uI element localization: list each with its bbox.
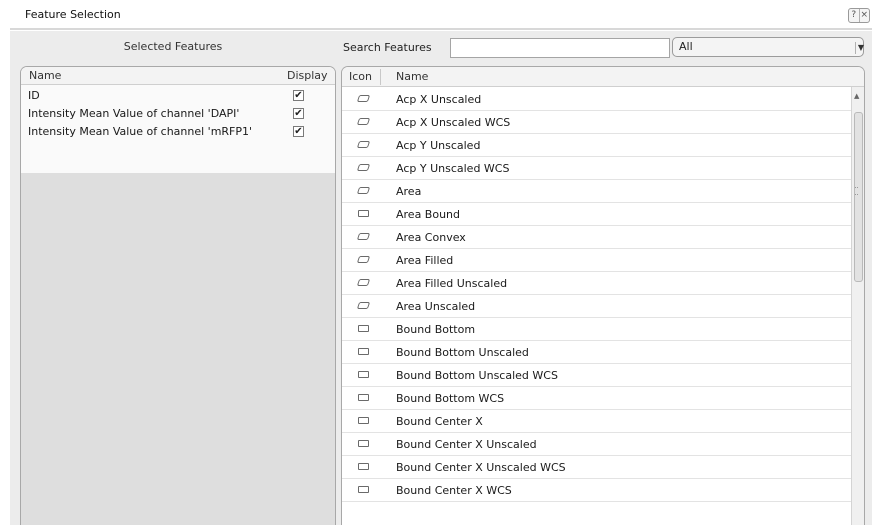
feature-row[interactable]: Bound Bottom Unscaled — [342, 341, 851, 364]
help-icon[interactable]: ? — [849, 9, 859, 22]
feature-name: Area Bound — [396, 208, 461, 221]
rectangle-icon — [358, 463, 369, 470]
feature-row[interactable]: Bound Center X — [342, 410, 851, 433]
scrollbar-grip — [855, 187, 858, 195]
feature-row[interactable]: Bound Center X Unscaled — [342, 433, 851, 456]
selected-features-header: Selected Features — [123, 40, 223, 53]
feature-row[interactable]: Bound Center X WCS — [342, 479, 851, 502]
parallelogram-icon — [356, 233, 371, 240]
parallelogram-icon — [356, 302, 371, 309]
feature-row[interactable]: Acp X Unscaled WCS — [342, 111, 851, 134]
display-checkbox[interactable]: ✔ — [293, 126, 304, 137]
feature-filter-dropdown[interactable]: All ▼ — [672, 37, 864, 57]
rectangle-icon — [358, 417, 369, 424]
parallelogram-icon — [356, 118, 371, 125]
parallelogram-icon — [356, 256, 371, 263]
feature-name: Acp X Unscaled — [396, 93, 482, 106]
feature-row[interactable]: Area Bound — [342, 203, 851, 226]
close-icon[interactable]: × — [858, 9, 870, 22]
selected-features-column-header: Name Display — [21, 67, 335, 85]
column-icon-header[interactable]: Icon — [349, 70, 372, 83]
window-buttons: ? × — [848, 8, 870, 23]
rectangle-icon — [358, 394, 369, 401]
feature-row[interactable]: Bound Center X Unscaled WCS — [342, 456, 851, 479]
feature-name: Bound Bottom Unscaled — [396, 346, 529, 359]
feature-name: Bound Center X Unscaled — [396, 438, 537, 451]
rectangle-icon — [358, 325, 369, 332]
feature-row[interactable]: Bound Bottom — [342, 318, 851, 341]
selected-feature-row[interactable]: ID ✔ — [21, 87, 335, 105]
chevron-down-icon[interactable]: ▼ — [855, 42, 866, 54]
column-display-header[interactable]: Display — [287, 69, 328, 82]
feature-row[interactable]: Area Filled Unscaled — [342, 272, 851, 295]
feature-name: Area Unscaled — [396, 300, 476, 313]
feature-name: Bound Center X Unscaled WCS — [396, 461, 566, 474]
feature-row[interactable]: Area Unscaled — [342, 295, 851, 318]
filter-selected-value: All — [679, 40, 693, 53]
search-features-input[interactable] — [450, 38, 670, 58]
feature-name: Acp Y Unscaled WCS — [396, 162, 510, 175]
parallelogram-icon — [356, 187, 371, 194]
rectangle-icon — [358, 210, 369, 217]
title-bar: Feature Selection ? × — [0, 0, 872, 31]
feature-row[interactable]: Acp X Unscaled — [342, 88, 851, 111]
scroll-up-icon[interactable]: ▲ — [854, 92, 859, 100]
display-checkbox[interactable]: ✔ — [293, 108, 304, 119]
selected-feature-row[interactable]: Intensity Mean Value of channel 'mRFP1' ✔ — [21, 123, 335, 141]
feature-name: Area Filled — [396, 254, 454, 267]
feature-name: Area — [396, 185, 422, 198]
search-features-label: Search Features — [343, 41, 432, 54]
feature-row[interactable]: Acp Y Unscaled — [342, 134, 851, 157]
feature-name: Acp Y Unscaled — [396, 139, 481, 152]
feature-name: Area Convex — [396, 231, 466, 244]
feature-name: Acp X Unscaled WCS — [396, 116, 511, 129]
feature-row[interactable]: Area Filled — [342, 249, 851, 272]
rectangle-icon — [358, 348, 369, 355]
features-column-header: Icon Name — [342, 67, 864, 87]
selected-feature-name: ID — [28, 89, 40, 102]
feature-row[interactable]: Area Convex — [342, 226, 851, 249]
rectangle-icon — [358, 440, 369, 447]
vertical-scrollbar[interactable]: ▲ — [851, 87, 864, 525]
rectangle-icon — [358, 486, 369, 493]
scrollbar-thumb[interactable] — [854, 112, 863, 282]
selected-feature-name: Intensity Mean Value of channel 'mRFP1' — [28, 125, 253, 138]
feature-name: Bound Bottom WCS — [396, 392, 505, 405]
window-title: Feature Selection — [25, 8, 121, 21]
column-name-header[interactable]: Name — [396, 70, 428, 83]
rectangle-icon — [358, 371, 369, 378]
feature-row[interactable]: Acp Y Unscaled WCS — [342, 157, 851, 180]
feature-name: Bound Center X WCS — [396, 484, 512, 497]
column-name-header[interactable]: Name — [29, 69, 61, 82]
feature-name: Area Filled Unscaled — [396, 277, 508, 290]
selected-feature-name: Intensity Mean Value of channel 'DAPI' — [28, 107, 240, 120]
title-divider — [10, 28, 872, 30]
feature-row[interactable]: Bound Bottom WCS — [342, 387, 851, 410]
parallelogram-icon — [356, 164, 371, 171]
selected-feature-row[interactable]: Intensity Mean Value of channel 'DAPI' ✔ — [21, 105, 335, 123]
features-table: Icon Name Acp X Unscaled Acp X Unscaled W… — [341, 66, 865, 525]
parallelogram-icon — [356, 279, 371, 286]
feature-row[interactable]: Area — [342, 180, 851, 203]
selected-features-table: Name Display ID ✔ Intensity Mean Value of … — [20, 66, 336, 525]
feature-row[interactable]: Bound Bottom Unscaled WCS — [342, 364, 851, 387]
display-checkbox[interactable]: ✔ — [293, 90, 304, 101]
feature-name: Bound Center X — [396, 415, 483, 428]
parallelogram-icon — [356, 95, 371, 102]
parallelogram-icon — [356, 141, 371, 148]
column-divider — [380, 69, 381, 85]
feature-name: Bound Bottom Unscaled WCS — [396, 369, 558, 382]
feature-name: Bound Bottom — [396, 323, 476, 336]
